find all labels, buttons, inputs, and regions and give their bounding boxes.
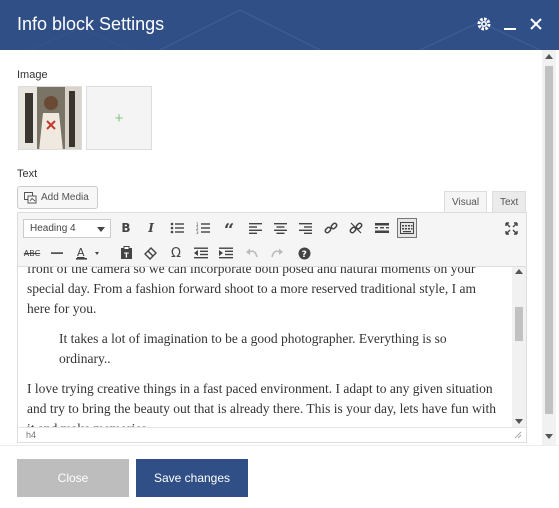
image-thumbnail[interactable] (18, 86, 82, 150)
toolbar-toggle-icon[interactable] (397, 218, 417, 238)
svg-text:T: T (124, 252, 129, 260)
scroll-up-arrow-icon[interactable] (515, 269, 523, 274)
undo-icon[interactable] (242, 243, 262, 263)
content-paragraph-2: I love trying creative things in a fast … (27, 381, 497, 427)
scroll-down-arrow-icon[interactable] (545, 434, 553, 439)
help-icon[interactable]: ? (294, 243, 314, 263)
chevron-down-icon (97, 227, 105, 232)
add-image-button[interactable]: + (86, 86, 152, 150)
editor-scrollbar[interactable] (512, 267, 526, 427)
scroll-up-arrow-icon[interactable] (545, 54, 553, 59)
bullet-list-icon[interactable] (167, 218, 187, 238)
align-right-icon[interactable] (295, 218, 315, 238)
unlink-icon[interactable] (346, 218, 366, 238)
tab-text[interactable]: Text (492, 191, 527, 213)
editor-status-path: h4 (18, 427, 526, 442)
dialog-scrollbar[interactable] (542, 50, 556, 445)
dialog-footer: Close Save changes (0, 445, 559, 508)
align-left-icon[interactable] (245, 218, 265, 238)
strikethrough-icon[interactable]: ABC (22, 243, 42, 263)
dialog-scrollbar-thumb[interactable] (545, 66, 553, 414)
svg-text:A: A (77, 246, 85, 259)
clear-formatting-icon[interactable] (140, 243, 160, 263)
add-media-button[interactable]: Add Media (17, 186, 98, 209)
blockquote-icon[interactable]: “ (219, 218, 239, 240)
bold-icon[interactable]: B (116, 218, 136, 238)
gear-icon[interactable] (475, 15, 493, 33)
close-button[interactable]: Close (17, 459, 129, 497)
italic-icon[interactable]: I (141, 218, 161, 238)
svg-text:3: 3 (196, 230, 199, 234)
dialog-body: Image + Text Add Media Visual Text Headi… (0, 50, 559, 445)
element-path: h4 (26, 430, 37, 440)
editor-toolbar: Heading 4 B I 123 “ ABC A T Ω ? (18, 213, 526, 267)
format-select[interactable]: Heading 4 (23, 219, 111, 238)
dialog-header: Info block Settings (0, 0, 559, 50)
rich-text-editor: Heading 4 B I 123 “ ABC A T Ω ? front of… (17, 212, 527, 443)
plus-icon: + (114, 109, 124, 127)
image-label: Image (17, 69, 48, 81)
tab-visual[interactable]: Visual (444, 191, 488, 213)
dialog-title: Info block Settings (17, 14, 165, 34)
editor-scrollbar-thumb[interactable] (515, 307, 523, 341)
redo-icon[interactable] (267, 243, 287, 263)
align-center-icon[interactable] (270, 218, 290, 238)
text-color-icon[interactable]: A (74, 243, 106, 263)
fullscreen-icon[interactable] (501, 218, 521, 238)
scroll-down-arrow-icon[interactable] (515, 419, 523, 424)
numbered-list-icon[interactable]: 123 (193, 218, 213, 238)
horizontal-line-icon[interactable] (47, 243, 67, 263)
content-paragraph-1: front of the camera so we can incorporat… (27, 267, 476, 316)
add-media-label: Add Media (41, 192, 89, 203)
paste-as-text-icon[interactable]: T (116, 243, 136, 263)
link-icon[interactable] (321, 218, 341, 238)
read-more-icon[interactable] (372, 218, 392, 238)
text-label: Text (17, 168, 38, 180)
media-icon (24, 191, 37, 203)
editor-content[interactable]: front of the camera so we can incorporat… (18, 267, 510, 427)
minimize-icon[interactable] (501, 15, 519, 33)
indent-icon[interactable] (216, 243, 236, 263)
special-character-icon[interactable]: Ω (166, 243, 186, 263)
content-blockquote: It takes a lot of imagination to be a go… (59, 331, 447, 366)
outdent-icon[interactable] (191, 243, 211, 263)
close-icon[interactable] (527, 15, 545, 33)
svg-text:?: ? (301, 250, 306, 260)
resize-handle-icon[interactable] (514, 431, 522, 439)
format-select-value: Heading 4 (30, 223, 76, 234)
save-changes-button[interactable]: Save changes (136, 459, 248, 497)
